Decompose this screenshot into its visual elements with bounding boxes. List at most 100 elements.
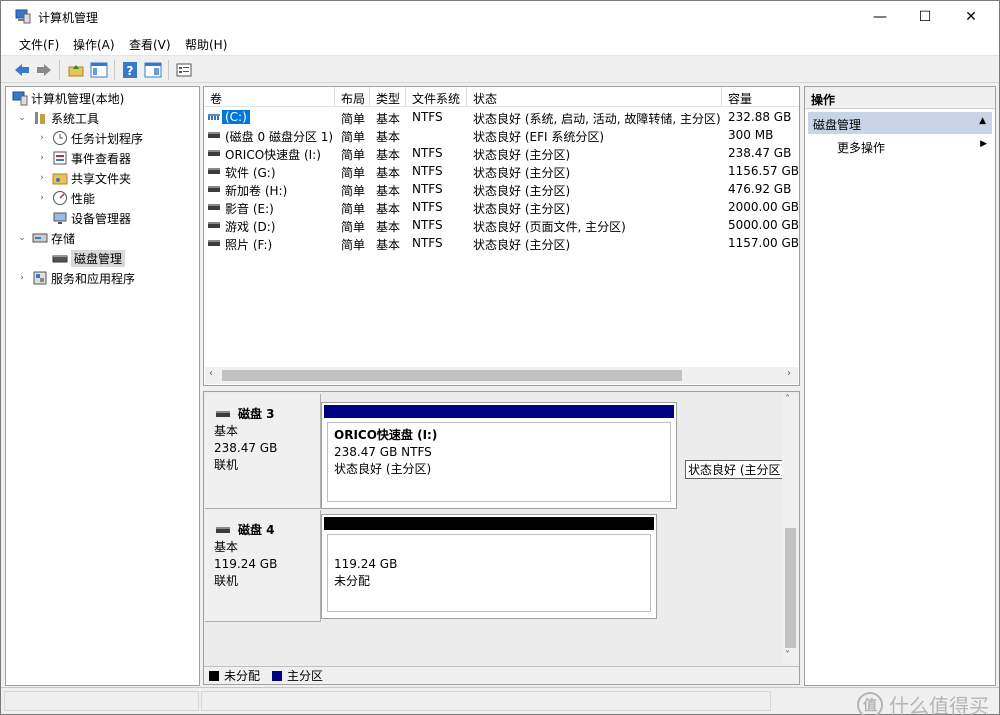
legend-swatch-primary bbox=[272, 670, 283, 681]
column-type[interactable]: 类型 bbox=[370, 87, 406, 107]
tree-label: 磁盘管理 bbox=[71, 249, 126, 267]
chevron-right-icon[interactable]: › bbox=[36, 133, 48, 143]
volume-icon bbox=[208, 150, 220, 156]
actions-section-disk-management[interactable]: 磁盘管理 ▲ bbox=[808, 112, 992, 134]
close-button[interactable]: ✕ bbox=[948, 1, 994, 32]
table-row[interactable]: (C:) 简单 基本 NTFS 状态良好 (系统, 启动, 活动, 故障转储, 主分区)… bbox=[204, 108, 799, 126]
cell-layout: 简单 bbox=[341, 220, 366, 234]
legend-label: 未分配 bbox=[224, 669, 261, 683]
cell-layout: 简单 bbox=[341, 148, 366, 162]
tree-item-task-scheduler[interactable]: › 任务计划程序 bbox=[36, 128, 143, 148]
minimize-button[interactable]: — bbox=[857, 1, 903, 32]
table-row[interactable]: ORICO快速盘 (I:) 简单 基本 NTFS 状态良好 (主分区) 238.47 GB bbox=[204, 144, 799, 162]
cell-status: 状态良好 (主分区) bbox=[473, 148, 571, 162]
cell-volume: 新加卷 (H:) bbox=[225, 184, 288, 198]
chevron-right-icon[interactable]: › bbox=[36, 153, 48, 163]
partition-unallocated[interactable]: 119.24 GB 未分配 bbox=[321, 514, 657, 619]
collapse-up-icon[interactable]: ▲ bbox=[979, 116, 986, 126]
tree-item-shared-folders[interactable]: › 共享文件夹 bbox=[36, 168, 131, 188]
disk-3-info[interactable]: 磁盘 3 基本 238.47 GB 联机 bbox=[205, 394, 321, 509]
cell-type: 基本 bbox=[376, 148, 401, 162]
volume-icon bbox=[208, 168, 220, 174]
tree-item-system-tools[interactable]: ⌄ 系统工具 bbox=[16, 108, 99, 128]
disk-type: 基本 bbox=[214, 424, 239, 438]
scrollbar-thumb[interactable] bbox=[785, 528, 796, 648]
partition-bar bbox=[324, 405, 674, 418]
volume-icon bbox=[208, 132, 220, 138]
help-icon[interactable]: ? bbox=[121, 61, 139, 79]
cell-type: 基本 bbox=[376, 112, 401, 126]
forward-icon[interactable] bbox=[35, 61, 53, 79]
chevron-right-icon[interactable]: › bbox=[16, 273, 28, 283]
scrollbar-thumb[interactable] bbox=[222, 370, 682, 381]
table-row[interactable]: 影音 (E:) 简单 基本 NTFS 状态良好 (主分区) 2000.00 GB bbox=[204, 198, 799, 216]
chevron-right-icon[interactable]: › bbox=[36, 193, 48, 203]
column-volume[interactable]: 卷 bbox=[204, 87, 335, 107]
column-layout[interactable]: 布局 bbox=[335, 87, 370, 107]
column-status[interactable]: 状态 bbox=[467, 87, 722, 107]
tree-item-event-viewer[interactable]: › 事件查看器 bbox=[36, 148, 131, 168]
cell-capacity: 232.88 GB bbox=[728, 110, 792, 124]
partition-bar bbox=[324, 517, 654, 530]
cell-capacity: 1157.00 GB bbox=[728, 236, 799, 250]
chevron-down-icon[interactable]: ⌄ bbox=[16, 113, 28, 123]
status-bar: 值 什么值得买 bbox=[1, 687, 999, 715]
tree-item-disk-management[interactable]: 磁盘管理 bbox=[48, 248, 126, 268]
cell-status: 状态良好 (主分区) bbox=[473, 184, 571, 198]
menu-view[interactable]: 查看(V) bbox=[129, 36, 171, 53]
maximize-button[interactable]: ☐ bbox=[902, 1, 948, 32]
table-row[interactable]: 照片 (F:) 简单 基本 NTFS 状态良好 (主分区) 1157.00 GB bbox=[204, 234, 799, 252]
action-pane-icon[interactable] bbox=[144, 61, 162, 79]
menu-help[interactable]: 帮助(H) bbox=[185, 36, 227, 53]
cell-layout: 简单 bbox=[341, 166, 366, 180]
table-row[interactable]: 软件 (G:) 简单 基本 NTFS 状态良好 (主分区) 1156.57 GB bbox=[204, 162, 799, 180]
clock-icon bbox=[53, 131, 67, 145]
menu-file[interactable]: 文件(F) bbox=[19, 36, 59, 53]
disk-4-info[interactable]: 磁盘 4 基本 119.24 GB 联机 bbox=[205, 510, 321, 622]
tree-item-services-apps[interactable]: › 服务和应用程序 bbox=[16, 268, 135, 288]
table-row[interactable]: 游戏 (D:) 简单 基本 NTFS 状态良好 (页面文件, 主分区) 5000.00 G… bbox=[204, 216, 799, 234]
cell-volume: 照片 (F:) bbox=[225, 238, 273, 252]
partition-details: ORICO快速盘 (I:) 238.47 GB NTFS 状态良好 (主分区) bbox=[327, 422, 671, 502]
properties-icon[interactable] bbox=[175, 61, 193, 79]
chevron-right-icon[interactable]: › bbox=[36, 173, 48, 183]
scroll-down-icon[interactable]: ˅ bbox=[785, 650, 790, 661]
cell-capacity: 1156.57 GB bbox=[728, 164, 799, 178]
tree-label: 计算机管理(本地) bbox=[31, 91, 125, 106]
vertical-scrollbar[interactable]: ˄ ˅ bbox=[782, 394, 799, 664]
tree-item-device-manager[interactable]: 设备管理器 bbox=[48, 208, 131, 228]
tree-label: 共享文件夹 bbox=[71, 171, 132, 186]
watermark-text: 什么值得买 bbox=[889, 694, 989, 715]
tree-label: 系统工具 bbox=[51, 111, 100, 126]
chevron-down-icon[interactable]: ⌄ bbox=[16, 233, 28, 243]
show-hide-tree-icon[interactable] bbox=[90, 61, 108, 79]
column-capacity[interactable]: 容量 bbox=[722, 87, 799, 107]
menu-action[interactable]: 操作(A) bbox=[73, 36, 115, 53]
scroll-left-icon[interactable]: ‹ bbox=[209, 368, 213, 379]
cell-fs: NTFS bbox=[412, 164, 443, 178]
cell-layout: 简单 bbox=[341, 112, 366, 126]
actions-header: 操作 bbox=[805, 87, 995, 109]
more-actions-item[interactable]: 更多操作 ▶ bbox=[837, 139, 987, 156]
cell-type: 基本 bbox=[376, 238, 401, 252]
title-bar[interactable]: 计算机管理 — ☐ ✕ bbox=[1, 1, 999, 32]
submenu-arrow-icon: ▶ bbox=[980, 139, 987, 149]
tree-item-performance[interactable]: › 性能 bbox=[36, 188, 95, 208]
tree-item-root[interactable]: 计算机管理(本地) bbox=[10, 88, 124, 108]
toolbar-separator bbox=[168, 60, 169, 80]
toolbar: ? bbox=[1, 55, 999, 83]
table-row[interactable]: (磁盘 0 磁盘分区 1) 简单 基本 状态良好 (EFI 系统分区) 300 MB bbox=[204, 126, 799, 144]
disk-size: 119.24 GB bbox=[214, 557, 278, 571]
disk-size: 238.47 GB bbox=[214, 441, 278, 455]
back-icon[interactable] bbox=[13, 61, 31, 79]
horizontal-scrollbar[interactable]: ‹ › bbox=[205, 367, 798, 384]
partition-orico[interactable]: ORICO快速盘 (I:) 238.47 GB NTFS 状态良好 (主分区) bbox=[321, 402, 677, 509]
tree-item-storage[interactable]: ⌄ 存储 bbox=[16, 228, 75, 248]
table-row[interactable]: 新加卷 (H:) 简单 基本 NTFS 状态良好 (主分区) 476.92 GB bbox=[204, 180, 799, 198]
actions-pane: 操作 磁盘管理 ▲ 更多操作 ▶ bbox=[804, 86, 996, 686]
up-folder-icon[interactable] bbox=[67, 61, 85, 79]
partition-size: 238.47 GB NTFS bbox=[334, 445, 432, 459]
scroll-up-icon[interactable]: ˄ bbox=[785, 394, 790, 405]
column-filesystem[interactable]: 文件系统 bbox=[406, 87, 467, 107]
scroll-right-icon[interactable]: › bbox=[787, 368, 791, 379]
